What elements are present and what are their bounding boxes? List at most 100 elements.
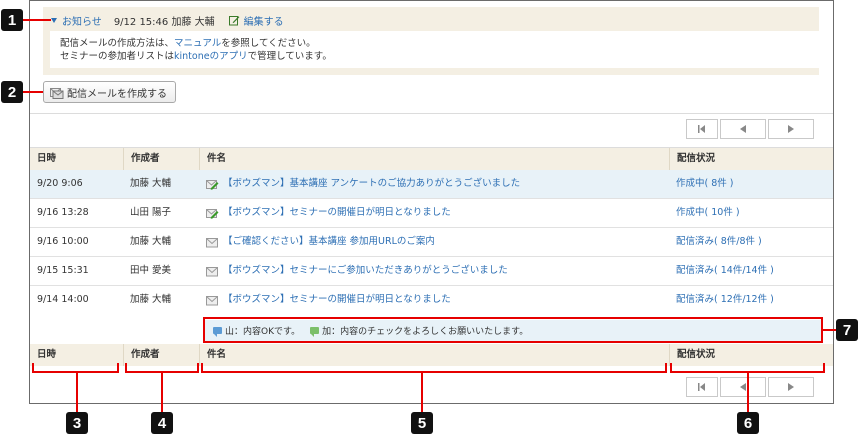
comment-text: 山：内容OKです。 xyxy=(225,327,301,337)
header-date[interactable]: 日時 xyxy=(37,148,56,170)
callout-box xyxy=(203,317,205,343)
table-row[interactable]: 9/20 9:06 加藤 大輔 【ボウズマン】基本講座 アンケートのご協力ありが… xyxy=(30,170,833,199)
create-mail-icon xyxy=(50,87,64,99)
row-author: 山田 陽子 xyxy=(130,207,172,218)
mail-sent-icon xyxy=(206,266,218,276)
table-footer-header: 日時 作成者 件名 配信状況 xyxy=(30,344,833,366)
row-subject-link[interactable]: 【ボウズマン】セミナーにご参加いただきありがとうございました xyxy=(223,257,508,285)
callout-line xyxy=(747,371,749,414)
next-page-button[interactable] xyxy=(768,377,814,397)
kintone-app-link[interactable]: kintoneのアプリ xyxy=(174,51,248,62)
notice-line-2: セミナーの参加者リストはkintoneのアプリで管理しています。 xyxy=(60,50,811,63)
mail-sent-icon xyxy=(206,237,218,247)
row-status[interactable]: 配信済み( 14件/14件 ) xyxy=(676,257,774,285)
row-subject-link[interactable]: 【ボウズマン】セミナーの開催日が明日となりました xyxy=(223,199,451,227)
row-subject[interactable]: 【ボウズマン】セミナーの開催日が明日となりました xyxy=(206,199,451,227)
row-subject[interactable]: 【ボウズマン】セミナーの開催日が明日となりました xyxy=(206,286,451,314)
callout-line xyxy=(76,371,78,414)
callout-line xyxy=(22,19,51,21)
table-row[interactable]: 9/15 15:31 田中 愛美 【ボウズマン】セミナーにご参加いただきありがと… xyxy=(30,257,833,286)
row-date: 9/14 14:00 xyxy=(37,294,89,305)
row-author: 加藤 大輔 xyxy=(130,178,172,189)
notice-text: で管理しています。 xyxy=(247,51,332,62)
row-date: 9/16 10:00 xyxy=(37,236,89,247)
mail-edit-icon xyxy=(206,179,219,190)
edit-icon xyxy=(228,15,240,25)
header-subject[interactable]: 件名 xyxy=(199,344,226,366)
notice-edit-link[interactable]: 編集する xyxy=(228,13,284,28)
notice-body: 配信メールの作成方法は、マニュアルを参照してください。 セミナーの参加者リストは… xyxy=(50,31,821,68)
next-page-icon xyxy=(788,383,794,391)
callout-badge-2: 2 xyxy=(1,81,23,103)
notice-panel: お知らせ 9/12 15:46 加藤 大輔 編集する 配信メールの作成方法は、マ… xyxy=(43,7,821,75)
manual-link[interactable]: マニュアル xyxy=(174,38,221,49)
divider xyxy=(30,113,833,114)
comment-preview: 山：内容OKです。 加：内容のチェックをよろしくお願いいたします。 xyxy=(205,320,822,341)
callout-badge-3: 3 xyxy=(66,412,88,434)
comment-icon xyxy=(213,327,222,337)
row-status[interactable]: 作成中( 10件 ) xyxy=(676,199,740,227)
row-subject-link[interactable]: 【ボウズマン】基本講座 アンケートのご協力ありがとうございました xyxy=(223,170,520,198)
next-page-icon xyxy=(788,125,794,133)
callout-bracket xyxy=(665,363,667,373)
row-subject[interactable]: 【ボウズマン】基本講座 アンケートのご協力ありがとうございました xyxy=(206,170,520,198)
triangle-down-icon xyxy=(51,17,57,23)
row-subject-link[interactable]: 【ボウズマン】セミナーの開催日が明日となりました xyxy=(223,286,451,314)
table-row[interactable]: 9/14 14:00 加藤 大輔 【ボウズマン】セミナーの開催日が明日となりまし… xyxy=(30,286,833,315)
pager-top xyxy=(686,119,814,139)
header-author[interactable]: 作成者 xyxy=(123,344,160,366)
first-page-icon xyxy=(698,383,705,391)
comment-text: 加：内容のチェックをよろしくお願いいたします。 xyxy=(322,327,529,337)
header-date[interactable]: 日時 xyxy=(37,344,56,366)
notice-text: を参照してください。 xyxy=(221,38,316,49)
row-author: 加藤 大輔 xyxy=(130,236,172,247)
notice-toggle[interactable]: お知らせ xyxy=(51,13,102,28)
callout-badge-4: 4 xyxy=(151,412,173,434)
callout-badge-5: 5 xyxy=(411,412,433,434)
row-subject-link[interactable]: 【ご確認ください】基本講座 参加用URLのご案内 xyxy=(223,228,435,256)
create-mail-button[interactable]: 配信メールを作成する xyxy=(43,81,176,103)
callout-line xyxy=(161,371,163,414)
next-page-button[interactable] xyxy=(768,119,814,139)
row-status[interactable]: 配信済み( 8件/8件 ) xyxy=(676,228,762,256)
callout-box xyxy=(203,317,823,319)
row-status[interactable]: 作成中( 8件 ) xyxy=(676,170,734,198)
mail-sent-icon xyxy=(206,295,218,305)
mail-edit-icon xyxy=(206,208,219,219)
header-author[interactable]: 作成者 xyxy=(123,148,160,170)
row-date: 9/15 15:31 xyxy=(37,265,89,276)
table-row[interactable]: 9/16 10:00 加藤 大輔 【ご確認ください】基本講座 参加用URLのご案… xyxy=(30,228,833,257)
callout-line xyxy=(22,91,43,93)
callout-line xyxy=(421,371,423,414)
prev-page-button[interactable] xyxy=(720,119,766,139)
table-row[interactable]: 9/16 13:28 山田 陽子 【ボウズマン】セミナーの開催日が明日となりまし… xyxy=(30,199,833,228)
callout-bracket xyxy=(117,363,119,373)
notice-header: お知らせ 9/12 15:46 加藤 大輔 編集する xyxy=(51,13,284,28)
row-date: 9/20 9:06 xyxy=(37,178,83,189)
first-page-button[interactable] xyxy=(686,119,718,139)
prev-page-icon xyxy=(740,125,746,133)
callout-badge-1: 1 xyxy=(1,9,23,31)
callout-badge-7: 7 xyxy=(836,319,858,341)
header-status[interactable]: 配信状況 xyxy=(669,148,715,170)
row-subject[interactable]: 【ご確認ください】基本講座 参加用URLのご案内 xyxy=(206,228,435,256)
row-author: 加藤 大輔 xyxy=(130,294,172,305)
table-header: 日時 作成者 件名 配信状況 xyxy=(30,148,833,170)
row-author: 田中 愛美 xyxy=(130,265,172,276)
callout-badge-6: 6 xyxy=(737,412,759,434)
prev-page-button[interactable] xyxy=(720,377,766,397)
callout-bracket xyxy=(201,371,667,373)
callout-bracket xyxy=(197,363,199,373)
header-status[interactable]: 配信状況 xyxy=(669,344,715,366)
header-subject[interactable]: 件名 xyxy=(199,148,226,170)
prev-page-icon xyxy=(740,383,746,391)
notice-line-1: 配信メールの作成方法は、マニュアルを参照してください。 xyxy=(60,37,811,50)
row-date: 9/16 13:28 xyxy=(37,207,89,218)
row-subject[interactable]: 【ボウズマン】セミナーにご参加いただきありがとうございました xyxy=(206,257,508,285)
create-mail-label: 配信メールを作成する xyxy=(67,88,167,100)
callout-box xyxy=(203,341,823,343)
row-status[interactable]: 配信済み( 12件/12件 ) xyxy=(676,286,774,314)
notice-toggle-label: お知らせ xyxy=(62,16,102,28)
first-page-button[interactable] xyxy=(686,377,718,397)
notice-text: セミナーの参加者リストは xyxy=(60,51,175,62)
